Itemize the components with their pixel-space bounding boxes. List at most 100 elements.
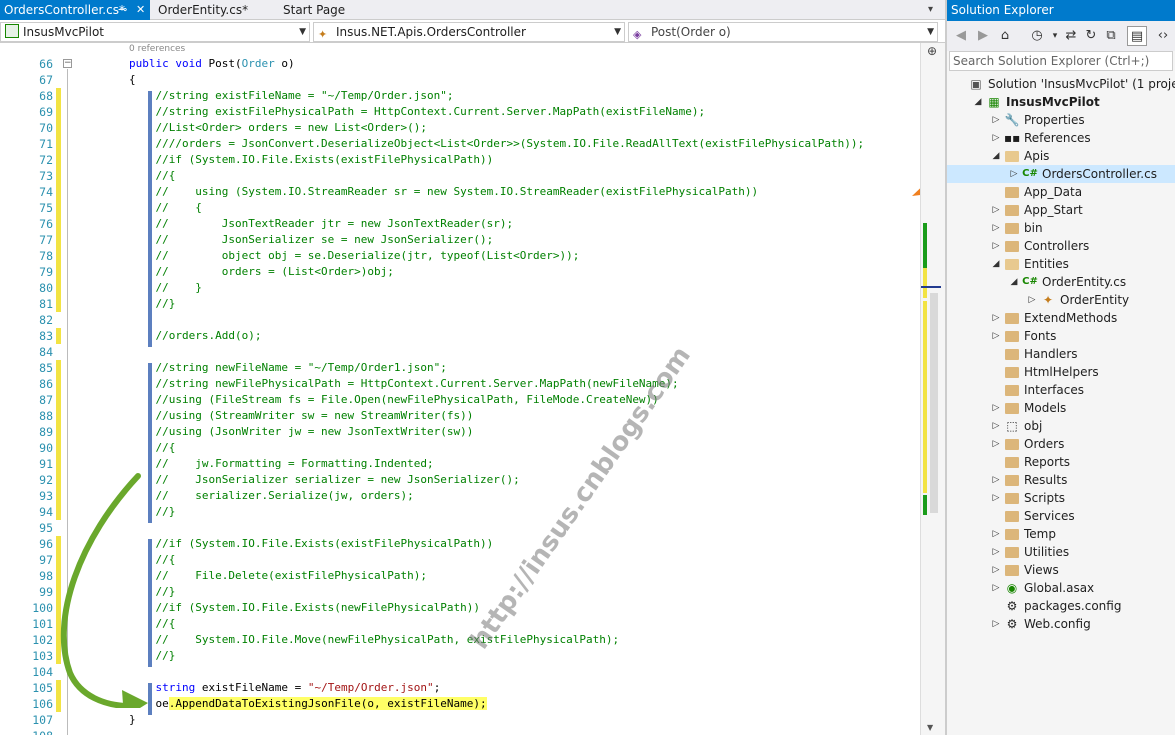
tree-node[interactable]: ◢ Entities xyxy=(947,255,1175,273)
tree-node[interactable]: Interfaces xyxy=(947,381,1175,399)
collapsed-arrow-icon[interactable]: ▷ xyxy=(991,615,1001,633)
properties-icon[interactable]: ‹› xyxy=(1153,26,1173,46)
tab-start-page[interactable]: Start Page xyxy=(279,0,369,20)
code-line[interactable]: 66 public void Post(Order o) xyxy=(0,56,920,72)
code-line[interactable]: 80 // } xyxy=(0,280,920,296)
pin-icon[interactable]: ⊸ xyxy=(118,0,127,20)
tab-orders-controller[interactable]: OrdersController.cs* ⊸ ✕ xyxy=(0,0,150,20)
collapsed-arrow-icon[interactable]: ▷ xyxy=(1009,165,1019,183)
tree-node[interactable]: ▣ Solution 'InsusMvcPilot' (1 project) xyxy=(947,75,1175,93)
collapsed-arrow-icon[interactable]: ▷ xyxy=(991,399,1001,417)
forward-icon[interactable]: ▶ xyxy=(973,26,993,46)
collapsed-arrow-icon[interactable]: ▷ xyxy=(991,435,1001,453)
tree-node[interactable]: ▷ Results xyxy=(947,471,1175,489)
search-input[interactable]: Search Solution Explorer (Ctrl+;) xyxy=(949,51,1173,71)
tree-node[interactable]: ▷ Views xyxy=(947,561,1175,579)
split-window-icon[interactable]: ⊕ xyxy=(924,44,940,58)
tree-node[interactable]: Services xyxy=(947,507,1175,525)
collapsed-arrow-icon[interactable]: ▷ xyxy=(991,489,1001,507)
tree-node[interactable]: ▷ Fonts xyxy=(947,327,1175,345)
tree-node[interactable]: ◢ C# OrderEntity.cs xyxy=(947,273,1175,291)
tab-overflow-chevron-icon[interactable]: ▾ xyxy=(924,0,942,20)
code-line[interactable]: 84 xyxy=(0,344,920,360)
collapsed-arrow-icon[interactable]: ▷ xyxy=(991,201,1001,219)
code-line[interactable]: 67 { xyxy=(0,72,920,88)
tree-node[interactable]: ▷ C# OrdersController.cs xyxy=(947,165,1175,183)
code-line[interactable]: 83 //orders.Add(o); xyxy=(0,328,920,344)
history-icon[interactable]: ◷ xyxy=(1027,26,1047,46)
code-line[interactable]: 88 //using (StreamWriter sw = new Stream… xyxy=(0,408,920,424)
code-line[interactable]: 108 xyxy=(0,728,920,735)
expanded-arrow-icon[interactable]: ◢ xyxy=(991,255,1001,273)
tab-order-entity[interactable]: OrderEntity.cs* xyxy=(154,0,274,20)
type-dropdown[interactable]: ✦ Insus.NET.Apis.OrdersController ▼ xyxy=(313,22,625,42)
tree-node[interactable]: ◢ ▦ InsusMvcPilot xyxy=(947,93,1175,111)
codelens-references[interactable]: 0 references xyxy=(129,44,185,54)
code-line[interactable]: 85 //string newFileName = "~/Temp/Order1… xyxy=(0,360,920,376)
tree-node[interactable]: ▷ ⬚ obj xyxy=(947,417,1175,435)
code-line[interactable]: 90 //{ xyxy=(0,440,920,456)
tree-node[interactable]: ▷ ◉ Global.asax xyxy=(947,579,1175,597)
code-line[interactable]: 82 xyxy=(0,312,920,328)
refresh-icon[interactable]: ↻ xyxy=(1081,26,1101,46)
expanded-arrow-icon[interactable]: ◢ xyxy=(991,147,1001,165)
code-line[interactable]: 77 // JsonSerializer se = new JsonSerial… xyxy=(0,232,920,248)
code-line[interactable]: 69 //string existFilePhysicalPath = Http… xyxy=(0,104,920,120)
tree-node[interactable]: ▷ Controllers xyxy=(947,237,1175,255)
collapsed-arrow-icon[interactable]: ▷ xyxy=(991,129,1001,147)
tree-node[interactable]: ▷ Scripts xyxy=(947,489,1175,507)
collapsed-arrow-icon[interactable]: ▷ xyxy=(991,219,1001,237)
code-line[interactable]: 81 //} xyxy=(0,296,920,312)
sync-icon[interactable]: ⇄ xyxy=(1061,26,1081,46)
code-line[interactable]: 89 //using (JsonWriter jw = new JsonText… xyxy=(0,424,920,440)
tree-node[interactable]: ▷ Temp xyxy=(947,525,1175,543)
code-line[interactable]: 79 // orders = (List<Order>)obj; xyxy=(0,264,920,280)
tree-node[interactable]: HtmlHelpers xyxy=(947,363,1175,381)
tree-node[interactable]: ◢ Apis xyxy=(947,147,1175,165)
collapse-all-icon[interactable]: ⧉ xyxy=(1101,26,1121,46)
project-dropdown[interactable]: InsusMvcPilot ▼ xyxy=(0,22,310,42)
collapsed-arrow-icon[interactable]: ▷ xyxy=(991,543,1001,561)
collapsed-arrow-icon[interactable]: ▷ xyxy=(991,309,1001,327)
home-icon[interactable]: ⌂ xyxy=(995,26,1015,46)
member-dropdown[interactable]: ◈ Post(Order o) ▼ xyxy=(628,22,938,42)
code-line[interactable]: 71 ////orders = JsonConvert.DeserializeO… xyxy=(0,136,920,152)
collapsed-arrow-icon[interactable]: ▷ xyxy=(991,237,1001,255)
code-line[interactable]: 70 //List<Order> orders = new List<Order… xyxy=(0,120,920,136)
expanded-arrow-icon[interactable]: ◢ xyxy=(1009,273,1019,291)
close-icon[interactable]: ✕ xyxy=(136,0,145,20)
code-line[interactable]: 74 // using (System.IO.StreamReader sr =… xyxy=(0,184,920,200)
collapsed-arrow-icon[interactable]: ▷ xyxy=(991,417,1001,435)
tree-node[interactable]: ▷ Utilities xyxy=(947,543,1175,561)
collapsed-arrow-icon[interactable]: ▷ xyxy=(991,111,1001,129)
scrollbar-thumb[interactable] xyxy=(930,293,938,513)
collapsed-arrow-icon[interactable]: ▷ xyxy=(1027,291,1037,309)
code-line[interactable]: 76 // JsonTextReader jtr = new JsonTextR… xyxy=(0,216,920,232)
code-line[interactable]: 78 // object obj = se.Deserialize(jtr, t… xyxy=(0,248,920,264)
code-line[interactable]: 75 // { xyxy=(0,200,920,216)
scroll-down-icon[interactable]: ▼ xyxy=(927,723,933,732)
collapsed-arrow-icon[interactable]: ▷ xyxy=(991,561,1001,579)
code-line[interactable]: 86 //string newFilePhysicalPath = HttpCo… xyxy=(0,376,920,392)
collapsed-arrow-icon[interactable]: ▷ xyxy=(991,471,1001,489)
tree-node[interactable]: ▷ ✦ OrderEntity xyxy=(947,291,1175,309)
tree-node[interactable]: App_Data xyxy=(947,183,1175,201)
tree-node[interactable]: Reports xyxy=(947,453,1175,471)
tree-node[interactable]: ▷ ⚙ Web.config xyxy=(947,615,1175,633)
code-editor[interactable]: 0 references − 66 public void Post(Order … xyxy=(0,43,920,735)
show-all-files-icon[interactable]: ▤ xyxy=(1127,26,1147,46)
tree-node[interactable]: ⚙ packages.config xyxy=(947,597,1175,615)
tree-node[interactable]: ▷ Models xyxy=(947,399,1175,417)
tree-node[interactable]: ▷ 🔧 Properties xyxy=(947,111,1175,129)
tree-node[interactable]: Handlers xyxy=(947,345,1175,363)
collapsed-arrow-icon[interactable]: ▷ xyxy=(991,579,1001,597)
code-line[interactable]: 87 //using (FileStream fs = File.Open(ne… xyxy=(0,392,920,408)
tree-node[interactable]: ▷ App_Start xyxy=(947,201,1175,219)
code-line[interactable]: 68 //string existFileName = "~/Temp/Orde… xyxy=(0,88,920,104)
code-line[interactable]: 73 //{ xyxy=(0,168,920,184)
back-icon[interactable]: ◀ xyxy=(951,26,971,46)
code-line[interactable]: 72 //if (System.IO.File.Exists(existFile… xyxy=(0,152,920,168)
expanded-arrow-icon[interactable]: ◢ xyxy=(973,93,983,111)
collapsed-arrow-icon[interactable]: ▷ xyxy=(991,525,1001,543)
tree-node[interactable]: ▷ ▪▪ References xyxy=(947,129,1175,147)
